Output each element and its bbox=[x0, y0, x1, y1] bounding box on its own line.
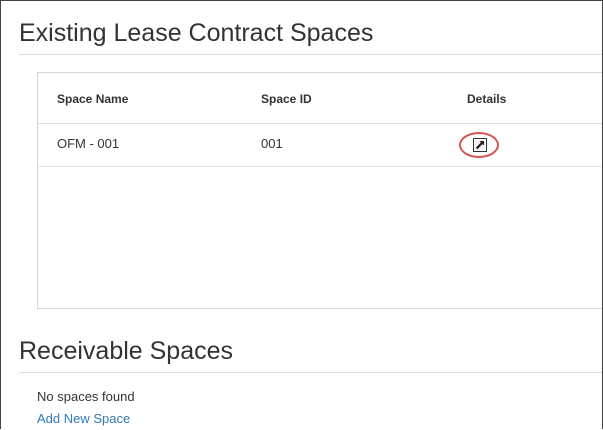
no-spaces-message: No spaces found bbox=[37, 389, 135, 404]
add-new-space-link[interactable]: Add New Space bbox=[37, 411, 130, 426]
space-name-cell: OFM - 001 bbox=[57, 136, 120, 151]
column-header-details: Details bbox=[467, 92, 507, 106]
open-external-icon bbox=[473, 138, 487, 152]
title-divider bbox=[19, 54, 602, 55]
existing-spaces-table: Space Name Space ID Details OFM - 001 00… bbox=[37, 72, 602, 309]
receivable-spaces-title: Receivable Spaces bbox=[19, 337, 234, 365]
title-divider bbox=[19, 372, 602, 373]
space-id-cell: 001 bbox=[261, 136, 283, 151]
column-header-space-name: Space Name bbox=[57, 92, 129, 106]
table-row: OFM - 001 001 bbox=[38, 123, 602, 167]
table-header-row: Space Name Space ID Details bbox=[38, 73, 602, 124]
existing-spaces-title: Existing Lease Contract Spaces bbox=[19, 19, 374, 47]
column-header-space-id: Space ID bbox=[261, 92, 312, 106]
details-button[interactable] bbox=[459, 132, 499, 158]
page-content: Existing Lease Contract Spaces Space Nam… bbox=[0, 0, 603, 429]
